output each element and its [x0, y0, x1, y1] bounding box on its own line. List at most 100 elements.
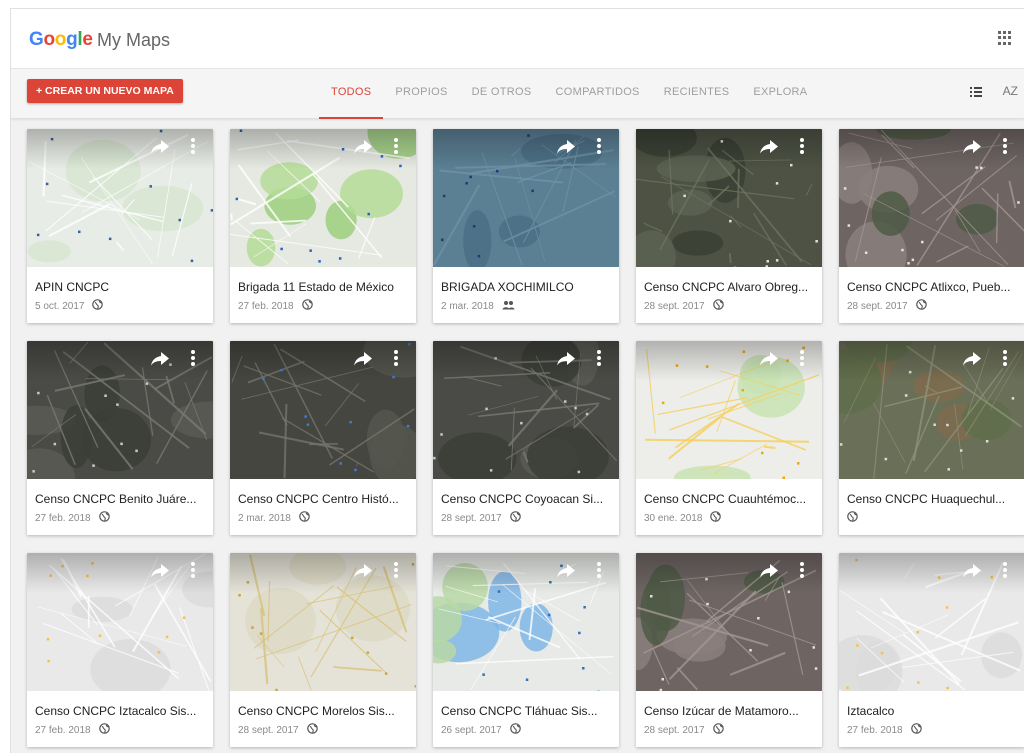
map-title[interactable]: Censo CNCPC Iztacalco Sis...: [35, 704, 207, 718]
map-thumbnail[interactable]: [230, 129, 416, 267]
map-title[interactable]: Brigada 11 Estado de México: [238, 280, 410, 294]
share-icon[interactable]: [151, 352, 169, 366]
more-options-icon[interactable]: [597, 350, 601, 366]
map-card[interactable]: BRIGADA XOCHIMILCO 2 mar. 2018: [433, 129, 619, 323]
map-thumbnail[interactable]: [636, 553, 822, 691]
more-options-icon[interactable]: [1003, 562, 1007, 578]
tab-de-otros[interactable]: DE OTROS: [460, 69, 544, 119]
more-options-icon[interactable]: [597, 562, 601, 578]
more-options-icon[interactable]: [191, 138, 195, 154]
map-thumbnail[interactable]: [636, 341, 822, 479]
share-icon[interactable]: [963, 140, 981, 154]
filter-tabs: TODOS PROPIOS DE OTROS COMPARTIDOS RECIE…: [319, 69, 819, 119]
map-card[interactable]: Censo CNCPC Benito Juáre... 27 feb. 2018: [27, 341, 213, 535]
map-title[interactable]: Censo CNCPC Huaquechul...: [847, 492, 1019, 506]
more-options-icon[interactable]: [800, 562, 804, 578]
map-thumbnail[interactable]: [636, 129, 822, 267]
map-date: 2 mar. 2018: [441, 300, 494, 312]
map-meta: [847, 511, 858, 525]
map-card[interactable]: Censo CNCPC Tláhuac Sis... 26 sept. 2017: [433, 553, 619, 747]
map-thumbnail[interactable]: [839, 553, 1024, 691]
map-card[interactable]: Censo CNCPC Cuauhtémoc... 30 ene. 2018: [636, 341, 822, 535]
share-icon[interactable]: [151, 140, 169, 154]
map-title[interactable]: Censo CNCPC Centro Histó...: [238, 492, 410, 506]
share-icon[interactable]: [354, 564, 372, 578]
share-icon[interactable]: [760, 564, 778, 578]
more-options-icon[interactable]: [597, 138, 601, 154]
map-title[interactable]: Censo CNCPC Benito Juáre...: [35, 492, 207, 506]
share-icon[interactable]: [557, 140, 575, 154]
map-thumbnail[interactable]: [839, 129, 1024, 267]
map-thumbnail[interactable]: [27, 129, 213, 267]
map-title[interactable]: Censo CNCPC Tláhuac Sis...: [441, 704, 613, 718]
map-meta: 26 sept. 2017: [441, 723, 521, 737]
more-options-icon[interactable]: [800, 350, 804, 366]
sort-az-icon[interactable]: AZ: [1003, 84, 1018, 98]
map-date: 27 feb. 2018: [238, 300, 294, 312]
map-title[interactable]: Censo CNCPC Alvaro Obreg...: [644, 280, 816, 294]
apps-grid-icon[interactable]: [998, 31, 1012, 45]
share-icon[interactable]: [557, 352, 575, 366]
map-card[interactable]: Censo CNCPC Morelos Sis... 28 sept. 2017: [230, 553, 416, 747]
share-icon[interactable]: [963, 564, 981, 578]
tab-compartidos[interactable]: COMPARTIDOS: [544, 69, 652, 119]
share-icon[interactable]: [354, 352, 372, 366]
map-card[interactable]: Iztacalco 27 feb. 2018: [839, 553, 1024, 747]
tab-recientes[interactable]: RECIENTES: [652, 69, 742, 119]
create-map-button[interactable]: + CREAR UN NUEVO MAPA: [27, 79, 183, 103]
map-thumbnail[interactable]: [230, 341, 416, 479]
map-card[interactable]: Censo CNCPC Coyoacan Si... 28 sept. 2017: [433, 341, 619, 535]
map-thumbnail[interactable]: [433, 553, 619, 691]
app-header: Google My Maps: [11, 9, 1024, 69]
more-options-icon[interactable]: [394, 138, 398, 154]
more-options-icon[interactable]: [800, 138, 804, 154]
share-icon[interactable]: [354, 140, 372, 154]
share-icon[interactable]: [557, 564, 575, 578]
map-title[interactable]: Censo CNCPC Cuauhtémoc...: [644, 492, 816, 506]
map-card[interactable]: Censo CNCPC Alvaro Obreg... 28 sept. 2017: [636, 129, 822, 323]
list-view-icon[interactable]: [970, 87, 982, 98]
map-thumbnail[interactable]: [27, 341, 213, 479]
map-thumbnail[interactable]: [433, 129, 619, 267]
more-options-icon[interactable]: [191, 562, 195, 578]
share-icon[interactable]: [963, 352, 981, 366]
globe-icon: [847, 511, 858, 525]
map-card[interactable]: Censo CNCPC Centro Histó... 2 mar. 2018: [230, 341, 416, 535]
map-card[interactable]: APIN CNCPC 5 oct. 2017: [27, 129, 213, 323]
map-title[interactable]: BRIGADA XOCHIMILCO: [441, 280, 613, 294]
map-title[interactable]: APIN CNCPC: [35, 280, 207, 294]
tab-todos[interactable]: TODOS: [319, 69, 384, 119]
map-title[interactable]: Censo CNCPC Morelos Sis...: [238, 704, 410, 718]
map-thumbnail[interactable]: [27, 553, 213, 691]
tab-propios[interactable]: PROPIOS: [383, 69, 459, 119]
share-icon[interactable]: [151, 564, 169, 578]
more-options-icon[interactable]: [1003, 350, 1007, 366]
more-options-icon[interactable]: [394, 350, 398, 366]
more-options-icon[interactable]: [1003, 138, 1007, 154]
google-logo[interactable]: Google: [29, 29, 93, 51]
globe-icon: [910, 723, 922, 737]
map-card[interactable]: Brigada 11 Estado de México 27 feb. 2018: [230, 129, 416, 323]
globe-icon: [710, 511, 722, 525]
map-title[interactable]: Censo Izúcar de Matamoro...: [644, 704, 816, 718]
globe-icon: [509, 723, 521, 737]
map-title[interactable]: Iztacalco: [847, 704, 1019, 718]
more-options-icon[interactable]: [191, 350, 195, 366]
tab-explora[interactable]: EXPLORA: [741, 69, 819, 119]
map-thumbnail[interactable]: [433, 341, 619, 479]
share-icon[interactable]: [760, 140, 778, 154]
map-card[interactable]: Censo CNCPC Atlixco, Pueb... 28 sept. 201…: [839, 129, 1024, 323]
map-thumbnail[interactable]: [839, 341, 1024, 479]
more-options-icon[interactable]: [394, 562, 398, 578]
globe-icon: [712, 723, 724, 737]
map-card[interactable]: Censo Izúcar de Matamoro... 28 sept. 2017: [636, 553, 822, 747]
share-icon[interactable]: [760, 352, 778, 366]
globe-icon: [299, 511, 310, 525]
map-date: 5 oct. 2017: [35, 300, 85, 312]
map-thumbnail[interactable]: [230, 553, 416, 691]
map-title[interactable]: Censo CNCPC Coyoacan Si...: [441, 492, 613, 506]
map-card[interactable]: Censo CNCPC Iztacalco Sis... 27 feb. 2018: [27, 553, 213, 747]
map-title[interactable]: Censo CNCPC Atlixco, Pueb...: [847, 280, 1019, 294]
map-card[interactable]: Censo CNCPC Huaquechul...: [839, 341, 1024, 535]
map-date: 27 feb. 2018: [847, 724, 903, 736]
